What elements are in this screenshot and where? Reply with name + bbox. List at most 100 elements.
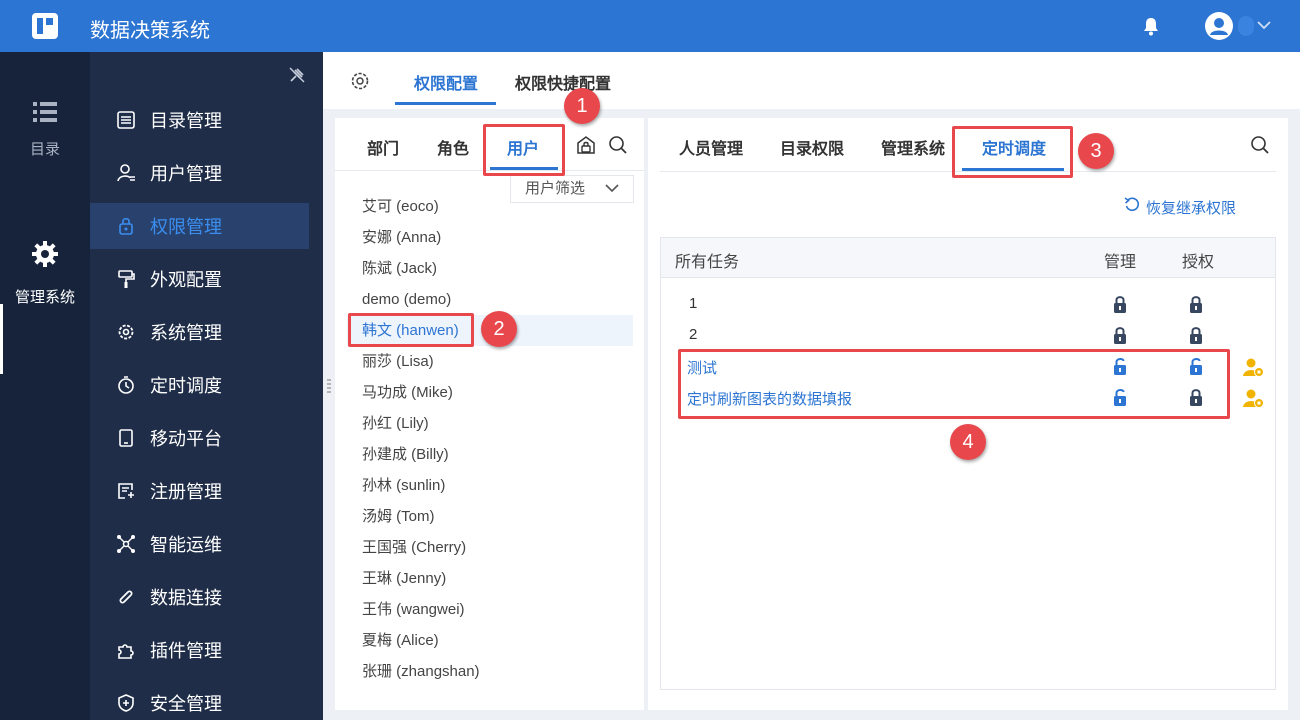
tab-role[interactable]: 角色	[437, 135, 469, 159]
username-redacted	[1238, 16, 1254, 36]
nav-primary-catalog[interactable]: 目录	[0, 100, 90, 159]
callout-box	[483, 124, 565, 176]
column-header-manage: 管理	[1104, 254, 1137, 271]
task-name: 1	[689, 295, 698, 312]
nav-item-security-management[interactable]: 安全管理	[90, 680, 309, 720]
user-list-item[interactable]: 张珊 (zhangshan)	[347, 656, 633, 687]
tab-quick-permission-config[interactable]: 权限快捷配置	[515, 70, 611, 94]
nav-item-label: 定时调度	[150, 376, 222, 396]
callout-badge: 2	[481, 311, 517, 347]
nav-item-catalog-management[interactable]: 目录管理	[90, 97, 309, 143]
user-list-item[interactable]: 王国强 (Cherry)	[347, 532, 633, 563]
lock-icon[interactable]	[1113, 326, 1127, 344]
nav-item-label: 外观配置	[150, 270, 222, 290]
network-icon	[117, 535, 135, 553]
callout-badge: 3	[1078, 133, 1114, 169]
user-list-item[interactable]: 艾可 (eoco)	[347, 191, 633, 222]
callout-box	[348, 313, 474, 347]
restore-label: 恢复继承权限	[1146, 200, 1237, 217]
nav-item-label: 目录管理	[150, 111, 222, 131]
avatar[interactable]	[1205, 12, 1233, 40]
batch-permission-icon[interactable]	[576, 135, 596, 155]
user-list-item[interactable]: 夏梅 (Alice)	[347, 625, 633, 656]
user-list-item[interactable]: 孙建成 (Billy)	[347, 439, 633, 470]
nav-item-label: 移动平台	[150, 429, 222, 449]
member-panel: 部门 角色 用户 用户筛选 艾可 (eoco) 安娜 (Anna) 陈斌 (Jack…	[335, 118, 644, 710]
user-permission-icon[interactable]	[1243, 357, 1265, 377]
user-list-item[interactable]: 王琳 (Jenny)	[347, 563, 633, 594]
nav-primary-admin[interactable]: 管理系统	[0, 240, 90, 307]
lock-icon[interactable]	[1189, 295, 1203, 313]
nav-item-label: 智能运维	[150, 535, 222, 555]
bell-icon[interactable]	[1142, 16, 1160, 36]
nav-item-label: 安全管理	[150, 694, 222, 714]
user-list-item[interactable]: 马功成 (Mike)	[347, 377, 633, 408]
secondary-nav: 目录管理 用户管理 权限管理 外观配置 系统管理 定时调度 移动平台 注册管理 …	[90, 52, 323, 720]
timer-icon	[118, 376, 134, 394]
nav-item-label: 系统管理	[150, 323, 222, 343]
tab-department[interactable]: 部门	[367, 135, 399, 159]
search-icon[interactable]	[608, 135, 628, 155]
user-list-item[interactable]: 汤姆 (Tom)	[347, 501, 633, 532]
table-header: 所有任务 管理 授权	[661, 238, 1275, 278]
undo-icon	[1124, 197, 1140, 212]
nav-item-label: 插件管理	[150, 641, 222, 661]
user-list-item[interactable]: 王伟 (wangwei)	[347, 594, 633, 625]
search-icon[interactable]	[1250, 135, 1270, 155]
callout-badge: 1	[564, 88, 600, 124]
nav-item-mobile-platform[interactable]: 移动平台	[90, 415, 309, 461]
chevron-down-icon[interactable]	[1256, 18, 1272, 32]
task-permission-table: 所有任务 管理 授权 1 2 测试 定时刷新图表的数据填报	[660, 237, 1276, 690]
user-list-item[interactable]: 陈斌 (Jack)	[347, 253, 633, 284]
nav-item-smart-ops[interactable]: 智能运维	[90, 521, 309, 567]
settings-icon	[118, 324, 134, 340]
user-list-item[interactable]: 孙红 (Lily)	[347, 408, 633, 439]
nav-item-scheduling[interactable]: 定时调度	[90, 362, 309, 408]
nav-item-permission-management[interactable]: 权限管理	[90, 203, 309, 249]
resize-handle[interactable]	[327, 378, 331, 394]
catalog-icon	[117, 111, 135, 129]
tab-permission-config[interactable]: 权限配置	[414, 70, 478, 94]
nav-item-label: 用户管理	[150, 164, 222, 184]
user-list-item[interactable]: 孙林 (sunlin)	[347, 470, 633, 501]
user-avatar-icon	[1210, 18, 1228, 35]
lock-icon[interactable]	[1113, 295, 1127, 313]
tab-management-system[interactable]: 管理系统	[881, 135, 945, 159]
tab-personnel-management[interactable]: 人员管理	[679, 135, 743, 159]
nav-item-system-management[interactable]: 系统管理	[90, 309, 309, 355]
nav-item-appearance[interactable]: 外观配置	[90, 256, 309, 302]
list-icon	[33, 102, 57, 122]
table-row: 1	[661, 289, 1275, 320]
nav-item-plugin-management[interactable]: 插件管理	[90, 627, 309, 673]
nav-item-data-connection[interactable]: 数据连接	[90, 574, 309, 620]
primary-nav: 目录 管理系统	[0, 52, 90, 720]
nav-item-label: 数据连接	[150, 588, 222, 608]
table-row: 2	[661, 320, 1275, 351]
nav-item-registration[interactable]: 注册管理	[90, 468, 309, 514]
gear-icon	[32, 241, 58, 267]
register-icon	[118, 483, 134, 499]
link-icon	[119, 590, 133, 604]
settings-icon[interactable]	[349, 70, 371, 92]
user-list-item[interactable]: 丽莎 (Lisa)	[347, 346, 633, 377]
paint-roller-icon	[118, 270, 135, 288]
tab-active-underline	[395, 102, 496, 105]
user-list-item[interactable]: demo (demo)	[347, 284, 633, 315]
user-icon	[117, 164, 135, 182]
user-permission-icon[interactable]	[1243, 388, 1265, 408]
lock-icon[interactable]	[1189, 326, 1203, 344]
tablet-icon	[119, 429, 133, 447]
active-indicator	[0, 304, 3, 374]
unpin-icon[interactable]	[288, 66, 306, 84]
user-list-item[interactable]: 安娜 (Anna)	[347, 222, 633, 253]
shield-icon	[118, 694, 134, 712]
nav-item-user-management[interactable]: 用户管理	[90, 150, 309, 196]
restore-inherit-permission-button[interactable]: 恢复继承权限	[1124, 197, 1237, 218]
top-bar: 数据决策系统	[0, 0, 1300, 52]
tab-catalog-permission[interactable]: 目录权限	[780, 135, 844, 159]
column-header-authorize: 授权	[1182, 254, 1215, 271]
nav-primary-admin-label: 管理系统	[14, 289, 75, 306]
content-tab-bar: 权限配置 权限快捷配置	[323, 52, 1300, 109]
lock-icon	[119, 217, 133, 235]
nav-item-label: 注册管理	[150, 482, 222, 502]
